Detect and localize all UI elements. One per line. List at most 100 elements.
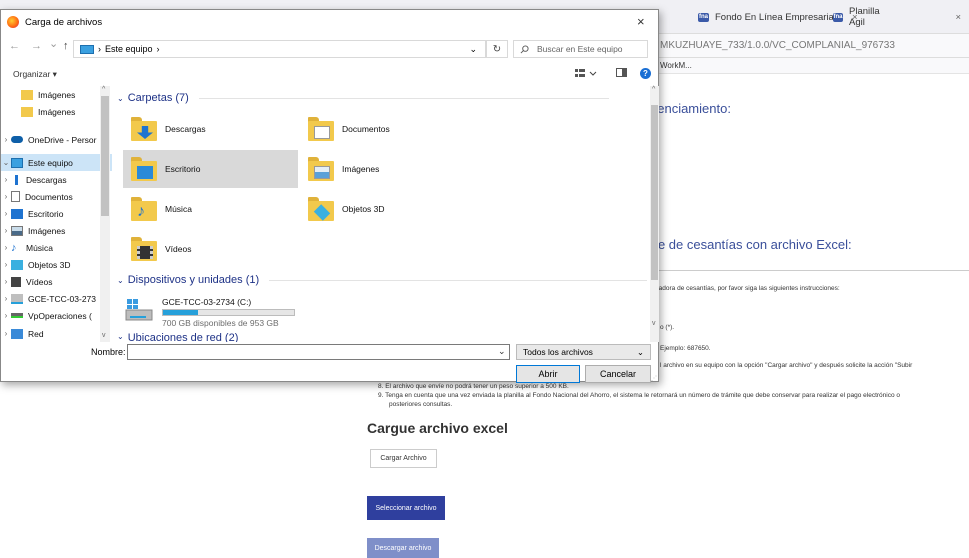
tab-close-icon[interactable]: × [955, 12, 961, 23]
folder-tile-objetos-3d[interactable]: Objetos 3D [300, 190, 475, 228]
open-button[interactable]: Abrir [516, 365, 580, 383]
chevron-right-icon[interactable]: › [1, 311, 11, 320]
folder-tile-videos[interactable]: Vídeos [123, 230, 298, 268]
seleccionar-archivo-button[interactable]: Seleccionar archivo [367, 496, 445, 520]
file-upload-dialog: Carga de archivos × ← → ⌄ ↑ › Este equip… [0, 9, 659, 383]
sidebar-item-videos[interactable]: › Vídeos [1, 273, 112, 290]
up-arrow-icon[interactable]: ↑ [63, 40, 69, 52]
back-arrow-icon[interactable]: ← [9, 40, 20, 52]
sidebar-item-descargas[interactable]: › Descargas [1, 171, 112, 188]
folder-label: Vídeos [165, 244, 192, 254]
sidebar-item-label: Este equipo [28, 157, 73, 168]
sidebar-item-label: OneDrive - Persor [28, 134, 97, 145]
address-path[interactable]: › Este equipo › ⌄ [73, 40, 486, 58]
music-folder-icon: ♪ [131, 197, 157, 221]
cancel-button[interactable]: Cancelar [585, 365, 651, 383]
chevron-right-icon[interactable]: › [1, 192, 11, 201]
chevron-right-icon[interactable]: › [1, 277, 11, 286]
chevron-right-icon[interactable]: › [1, 260, 11, 269]
dialog-titlebar[interactable]: Carga de archivos [1, 10, 658, 34]
descargar-archivo-button[interactable]: Descargar archivo [367, 538, 439, 558]
chevron-right-icon[interactable]: › [1, 243, 11, 252]
sidebar-scroll-thumb[interactable] [101, 96, 109, 216]
music-note-icon: ♪ [11, 241, 17, 254]
sidebar-item-musica[interactable]: › ♪ Música [1, 239, 112, 256]
sidebar-item-imagenes[interactable]: Imágenes [1, 86, 112, 103]
close-icon[interactable]: × [637, 14, 645, 29]
pictures-folder-icon [308, 157, 334, 181]
chevron-right-icon[interactable]: › [1, 209, 11, 218]
forward-arrow-icon[interactable]: → [31, 40, 42, 52]
file-type-select[interactable]: Todos los archivos ⌄ [516, 344, 651, 360]
cube-3d-icon [11, 259, 23, 270]
bookmark-item[interactable]: WorkM... [660, 61, 692, 70]
instruction-9: 9. Tenga en cuenta que una vez enviada l… [378, 392, 901, 399]
file-list-scroll-thumb[interactable] [651, 105, 658, 280]
scroll-up-icon[interactable]: ^ [652, 86, 655, 93]
chevron-right-icon[interactable]: › [1, 135, 11, 144]
refresh-icon[interactable]: ↻ [486, 40, 508, 58]
filename-input[interactable] [127, 344, 510, 360]
chevron-right-icon[interactable]: › [1, 175, 11, 184]
sidebar-item-objetos-3d[interactable]: › Objetos 3D [1, 256, 112, 273]
chevron-right-icon[interactable]: › [1, 226, 11, 235]
chevron-down-icon[interactable]: ⌄ [1, 158, 11, 167]
group-label: Dispositivos y unidades (1) [127, 274, 260, 286]
sidebar-item-este-equipo[interactable]: ⌄ Este equipo [1, 154, 112, 171]
search-placeholder: Buscar en Este equipo [537, 44, 623, 54]
view-options-icon[interactable] [575, 68, 597, 80]
chevron-down-icon[interactable]: ⌄ [117, 332, 124, 341]
sidebar-item-escritorio[interactable]: › Escritorio [1, 205, 112, 222]
path-location[interactable]: Este equipo [105, 44, 153, 54]
cargar-archivo-button[interactable]: Cargar Archivo [370, 449, 437, 468]
desktop-folder-icon [131, 157, 157, 181]
filename-dropdown-icon[interactable]: ⌄ [498, 346, 506, 357]
preview-pane-icon[interactable] [616, 68, 627, 79]
chevron-down-icon[interactable]: ⌄ [117, 94, 124, 103]
sidebar-item-documentos[interactable]: › Documentos [1, 188, 112, 205]
drive-usage-fill [163, 310, 199, 315]
scroll-up-icon[interactable]: ^ [102, 86, 105, 93]
windows-drive-icon [124, 297, 154, 325]
folder-tile-imagenes[interactable]: Imágenes [300, 150, 475, 188]
scroll-down-icon[interactable]: v [102, 332, 106, 339]
tab-planilla-agil[interactable]: fna Planilla Agil × [825, 4, 969, 30]
group-label: Carpetas (7) [127, 92, 189, 104]
sidebar-item-imagenes-3[interactable]: › Imágenes [1, 222, 112, 239]
folder-tile-escritorio[interactable]: Escritorio [123, 150, 298, 188]
sidebar-item-onedrive[interactable]: › OneDrive - Persor [1, 131, 112, 148]
url-text[interactable]: MKUZHUAYE_733/1.0.0/VC_COMPLANIAL_976733 [660, 40, 895, 51]
sidebar-item-label: Música [26, 242, 53, 253]
chevron-right-icon[interactable]: › [1, 329, 11, 338]
chevron-down-icon[interactable]: ⌄ [117, 276, 124, 285]
file-list: ⌄ Carpetas (7) Descargas Documentos Escri… [112, 86, 650, 342]
firefox-icon [7, 16, 19, 28]
downloads-folder-icon [131, 117, 157, 141]
folder-tile-documentos[interactable]: Documentos [300, 110, 475, 148]
help-icon[interactable]: ? [640, 68, 651, 79]
group-carpetas[interactable]: ⌄ Carpetas (7) [117, 92, 609, 104]
group-ubicaciones-red[interactable]: ⌄ Ubicaciones de red (2) [117, 332, 238, 342]
folder-icon [21, 106, 33, 117]
organize-menu[interactable]: Organizar ▾ [13, 69, 57, 80]
folder-tile-musica[interactable]: ♪ Música [123, 190, 298, 228]
path-dropdown-icon[interactable]: ⌄ [469, 44, 477, 55]
sidebar-item-label: Red [28, 328, 44, 339]
drive-tile-c[interactable]: GCE-TCC-03-2734 (C:) 700 GB disponibles … [124, 297, 295, 328]
sidebar-item-imagenes-2[interactable]: Imágenes [1, 103, 112, 120]
sidebar-item-vpoperaciones[interactable]: › VpOperaciones ( [1, 307, 112, 324]
search-field[interactable]: Buscar en Este equipo [513, 40, 648, 58]
folder-tile-descargas[interactable]: Descargas [123, 110, 298, 148]
group-dispositivos[interactable]: ⌄ Dispositivos y unidades (1) [117, 274, 648, 286]
scroll-down-icon[interactable]: v [652, 320, 656, 327]
sidebar-item-label: VpOperaciones ( [28, 310, 92, 321]
path-separator: › [156, 44, 160, 54]
pictures-icon [11, 225, 23, 236]
chevron-right-icon[interactable]: › [1, 294, 11, 303]
sidebar-item-gce-drive[interactable]: › GCE-TCC-03-273 [1, 290, 112, 307]
resize-grip-icon[interactable]: ⋰ [651, 375, 657, 382]
instruction-text: Ejemplo: 687650. [660, 345, 711, 352]
recent-locations-icon[interactable]: ⌄ [49, 37, 58, 50]
sidebar-item-red[interactable]: › Red [1, 325, 112, 342]
dialog-title: Carga de archivos [25, 16, 103, 28]
